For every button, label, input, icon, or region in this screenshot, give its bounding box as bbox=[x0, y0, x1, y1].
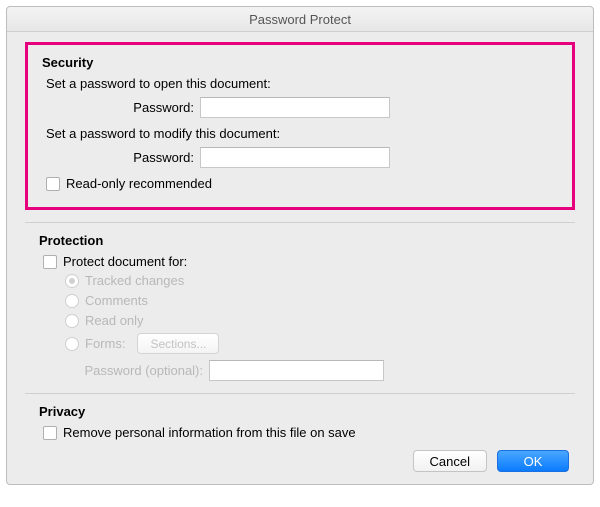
password-protect-dialog: Password Protect Security Set a password… bbox=[6, 6, 594, 485]
modify-password-input[interactable] bbox=[200, 147, 390, 168]
read-only-label: Read only bbox=[85, 313, 144, 328]
security-section: Security Set a password to open this doc… bbox=[25, 42, 575, 210]
tracked-changes-label: Tracked changes bbox=[85, 273, 184, 288]
forms-label: Forms: bbox=[85, 336, 125, 351]
cancel-button[interactable]: Cancel bbox=[413, 450, 487, 472]
readonly-label: Read-only recommended bbox=[66, 176, 212, 191]
protect-document-checkbox[interactable] bbox=[43, 255, 57, 269]
forms-radio bbox=[65, 337, 79, 351]
open-password-label: Password: bbox=[42, 100, 200, 115]
modify-password-instruction: Set a password to modify this document: bbox=[46, 126, 558, 141]
modify-password-label: Password: bbox=[42, 150, 200, 165]
protect-document-label: Protect document for: bbox=[63, 254, 187, 269]
comments-radio bbox=[65, 294, 79, 308]
protection-heading: Protection bbox=[39, 233, 561, 248]
remove-personal-label: Remove personal information from this fi… bbox=[63, 425, 356, 440]
remove-personal-checkbox[interactable] bbox=[43, 426, 57, 440]
divider bbox=[25, 222, 575, 223]
security-heading: Security bbox=[42, 55, 558, 70]
read-only-radio bbox=[65, 314, 79, 328]
sections-button: Sections... bbox=[137, 333, 219, 354]
privacy-section: Privacy Remove personal information from… bbox=[25, 404, 575, 440]
ok-button[interactable]: OK bbox=[497, 450, 569, 472]
protection-section: Protection Protect document for: Tracked… bbox=[25, 233, 575, 381]
comments-label: Comments bbox=[85, 293, 148, 308]
password-optional-input bbox=[209, 360, 384, 381]
divider bbox=[25, 393, 575, 394]
readonly-checkbox[interactable] bbox=[46, 177, 60, 191]
dialog-title: Password Protect bbox=[7, 7, 593, 32]
tracked-changes-radio bbox=[65, 274, 79, 288]
password-optional-label: Password (optional): bbox=[39, 363, 209, 378]
open-password-instruction: Set a password to open this document: bbox=[46, 76, 558, 91]
open-password-input[interactable] bbox=[200, 97, 390, 118]
privacy-heading: Privacy bbox=[39, 404, 561, 419]
